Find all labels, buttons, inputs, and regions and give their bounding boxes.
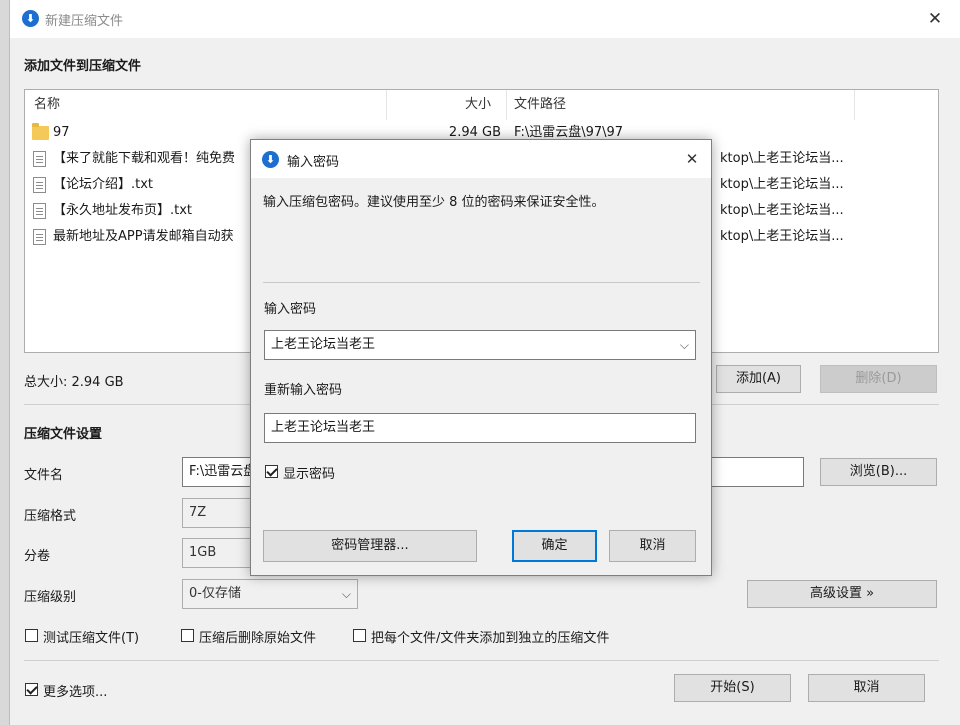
- main-titlebar: ⬇ 新建压缩文件 ✕: [10, 0, 960, 38]
- reenter-password-value: 上老王论坛当老王: [271, 420, 376, 435]
- add-files-section-label: 添加文件到压缩文件: [24, 59, 142, 74]
- test-archive-checkbox[interactable]: [25, 629, 38, 642]
- text-file-icon: [33, 229, 46, 245]
- ok-button[interactable]: 确定: [512, 530, 597, 562]
- add-button[interactable]: 添加(A): [716, 365, 801, 393]
- delete-after-checkbox[interactable]: [181, 629, 194, 642]
- delete-button[interactable]: 删除(D): [820, 365, 937, 393]
- text-file-icon: [33, 151, 46, 167]
- show-password-checkbox[interactable]: [265, 465, 278, 478]
- advanced-settings-button[interactable]: 高级设置 »: [747, 580, 937, 608]
- file-name: 最新地址及APP请发邮箱自动获: [53, 229, 234, 244]
- format-value: 7Z: [189, 505, 207, 520]
- password-dialog: ⬇ 输入密码 ✕ 输入压缩包密码。建议使用至少 8 位的密码来保证安全性。 输入…: [250, 139, 712, 576]
- text-file-icon: [33, 177, 46, 193]
- column-divider: [386, 90, 387, 120]
- column-header-name[interactable]: 名称: [34, 90, 60, 120]
- level-label: 压缩级别: [24, 590, 77, 605]
- start-button[interactable]: 开始(S): [674, 674, 791, 702]
- cancel-button[interactable]: 取消: [808, 674, 925, 702]
- file-path: ktop\上老王论坛当...: [720, 203, 844, 218]
- split-label: 分卷: [24, 549, 51, 564]
- file-path: ktop\上老王论坛当...: [720, 229, 844, 244]
- password-value: 上老王论坛当老王: [271, 337, 376, 352]
- dialog-cancel-button[interactable]: 取消: [609, 530, 696, 562]
- dialog-title: 输入密码: [287, 155, 340, 170]
- section-divider: [24, 660, 939, 661]
- file-name: 【来了就能下载和观看！纯免费: [53, 151, 236, 166]
- column-header-size[interactable]: 大小: [465, 90, 491, 120]
- file-name: 【论坛介绍】.txt: [53, 177, 154, 192]
- file-path: ktop\上老王论坛当...: [720, 151, 844, 166]
- test-archive-label[interactable]: 测试压缩文件(T): [43, 627, 139, 646]
- app-logo-icon: ⬇: [262, 151, 279, 168]
- reenter-password-label: 重新输入密码: [264, 383, 343, 398]
- more-options-checkbox[interactable]: [25, 683, 38, 696]
- file-name: 【永久地址发布页】.txt: [53, 203, 193, 218]
- main-window-title: 新建压缩文件: [45, 14, 124, 29]
- main-close-icon[interactable]: ✕: [924, 8, 946, 30]
- format-label: 压缩格式: [24, 509, 77, 524]
- browse-button[interactable]: 浏览(B)...: [820, 458, 937, 486]
- dialog-description: 输入压缩包密码。建议使用至少 8 位的密码来保证安全性。: [263, 195, 605, 210]
- file-name: 97: [53, 125, 70, 140]
- file-path: ktop\上老王论坛当...: [720, 177, 844, 192]
- column-divider: [854, 90, 855, 120]
- chevron-down-icon[interactable]: ⌵: [680, 331, 689, 359]
- level-select[interactable]: 0-仅存储 ⌵: [182, 579, 358, 609]
- filename-label: 文件名: [24, 468, 64, 483]
- separate-archives-checkbox[interactable]: [353, 629, 366, 642]
- show-password-label[interactable]: 显示密码: [283, 463, 335, 482]
- dialog-titlebar: ⬇ 输入密码 ✕: [251, 140, 711, 178]
- reenter-password-input[interactable]: 上老王论坛当老王: [264, 413, 696, 443]
- dialog-divider: [263, 282, 700, 283]
- folder-icon: [32, 123, 49, 140]
- level-value: 0-仅存储: [189, 586, 241, 601]
- dialog-close-icon[interactable]: ✕: [681, 148, 703, 170]
- column-header-path[interactable]: 文件路径: [514, 90, 566, 120]
- delete-after-label[interactable]: 压缩后删除原始文件: [199, 627, 316, 646]
- password-input[interactable]: 上老王论坛当老王 ⌵: [264, 330, 696, 360]
- total-size-label: 总大小: 2.94 GB: [24, 375, 124, 390]
- text-file-icon: [33, 203, 46, 219]
- filename-value: F:\迅雷云盘: [189, 464, 257, 479]
- dialog-header: 输入压缩包密码。建议使用至少 8 位的密码来保证安全性。: [251, 178, 711, 282]
- app-logo-icon: ⬇: [22, 10, 39, 27]
- password-manager-button[interactable]: 密码管理器...: [263, 530, 477, 562]
- split-value: 1GB: [189, 545, 217, 560]
- separate-archives-label[interactable]: 把每个文件/文件夹添加到独立的压缩文件: [371, 627, 609, 646]
- password-label: 输入密码: [264, 302, 317, 317]
- settings-section-label: 压缩文件设置: [24, 427, 103, 442]
- column-divider: [506, 90, 507, 120]
- more-options-label[interactable]: 更多选项...: [43, 681, 107, 700]
- chevron-down-icon: ⌵: [341, 587, 351, 601]
